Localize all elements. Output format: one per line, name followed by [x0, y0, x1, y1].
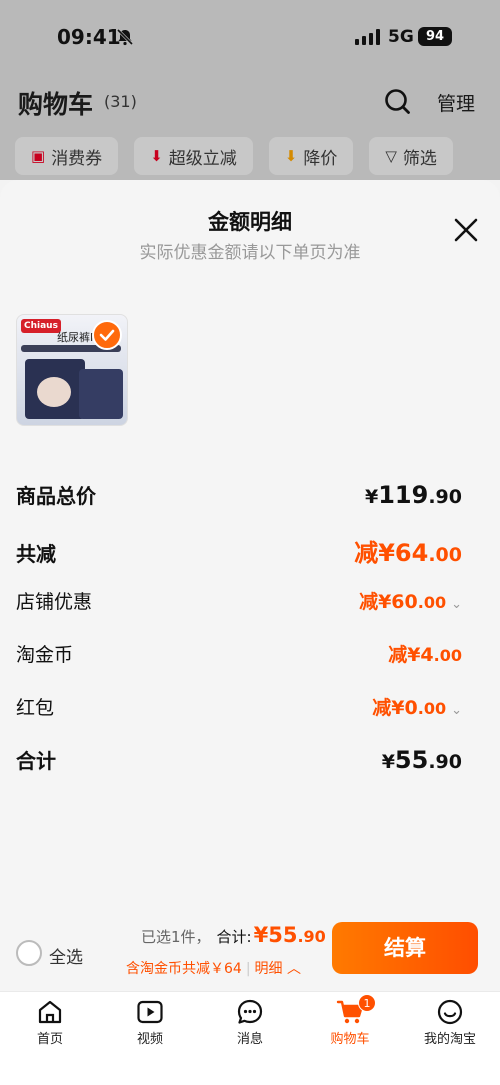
- select-all-checkbox[interactable]: [16, 940, 42, 966]
- cart-count: (31): [104, 92, 137, 111]
- total-reduction-label: 共减: [16, 542, 56, 566]
- amount-integer: 减¥4: [388, 644, 434, 666]
- taojinbi-label: 淘金币: [16, 644, 74, 666]
- row-total-reduction: 共减 减¥64.00: [16, 533, 462, 568]
- manage-button[interactable]: 管理: [437, 89, 475, 116]
- checkout-bar: 全选 已选1件， 合计: ¥55 .90 含淘金币共减￥64 | 明细 ︿ 结算: [0, 905, 500, 991]
- row-goods-total: 商品总价 ¥119.90: [16, 480, 462, 509]
- chip-label: 消费券: [51, 148, 103, 169]
- row-sum: 合计 ¥55.90: [16, 745, 462, 774]
- chip-super-reduce[interactable]: ⬇ 超级立减: [134, 137, 253, 175]
- video-icon: [137, 1000, 163, 1024]
- tab-label: 首页: [36, 1032, 63, 1047]
- discount-text: 含淘金币共减￥64: [126, 961, 242, 977]
- selected-check-icon[interactable]: [92, 320, 122, 350]
- goods-total-value: ¥119.90: [365, 481, 462, 509]
- amount-decimal: .90: [428, 751, 462, 773]
- amount-integer: 减¥60: [359, 591, 418, 613]
- store-discount-label: 店铺优惠: [16, 591, 93, 613]
- discount-detail-toggle[interactable]: 含淘金币共减￥64 | 明细 ︿: [126, 958, 301, 978]
- row-taojinbi: 淘金币 减¥4.00: [16, 640, 462, 667]
- bottom-tab-bar: 首页 视频 消息 1 购物车 我的淘宝: [0, 991, 500, 1085]
- tab-video[interactable]: 视频: [100, 992, 200, 1062]
- amount-integer: 减¥64: [354, 539, 429, 567]
- arrow-down-icon: ⬇: [150, 147, 163, 165]
- checkout-total-decimal: .90: [297, 927, 326, 946]
- goods-total-label: 商品总价: [16, 484, 96, 508]
- amount-decimal: .00: [428, 544, 462, 566]
- tab-label: 视频: [136, 1032, 163, 1047]
- red-packet-value: 减¥0.00 ⌄: [372, 693, 462, 720]
- close-icon[interactable]: [452, 216, 480, 244]
- checkout-total-label: 合计:: [216, 928, 252, 946]
- chevron-down-icon: ⌄: [451, 597, 462, 612]
- divider: |: [245, 961, 251, 977]
- home-icon: [38, 1000, 62, 1024]
- search-icon[interactable]: [383, 87, 411, 115]
- filter-icon: ▽: [385, 147, 397, 165]
- product-package-image: [79, 369, 123, 419]
- tab-label: 我的淘宝: [423, 1032, 476, 1047]
- chip-label: 筛选: [402, 148, 437, 169]
- chevron-down-icon: ⌄: [451, 703, 462, 718]
- tab-messages[interactable]: 消息: [200, 992, 300, 1062]
- selected-count: 已选1件，: [141, 928, 211, 946]
- tab-cart[interactable]: 1 购物车: [300, 992, 400, 1062]
- chip-label: 超级立减: [168, 148, 237, 169]
- total-reduction-value: 减¥64.00: [354, 533, 462, 568]
- filter-chips: ▣ 消费券 ⬇ 超级立减 ⬇ 降价 ▽ 筛选: [15, 137, 453, 175]
- checkout-total-value: ¥55: [253, 923, 298, 947]
- cart-badge: 1: [358, 994, 376, 1012]
- amount-integer: 减¥0: [372, 697, 418, 719]
- sheet-subtitle: 实际优惠金额请以下单页为准: [139, 243, 361, 263]
- amount-integer: 55: [394, 746, 429, 774]
- chip-coupon[interactable]: ▣ 消费券: [15, 137, 119, 175]
- brand-logo: Chiaus: [21, 319, 61, 333]
- battery-icon: 94: [418, 27, 452, 46]
- chip-price-drop[interactable]: ⬇ 降价: [268, 137, 354, 175]
- taojinbi-value: 减¥4.00: [388, 640, 462, 667]
- row-store-discount[interactable]: 店铺优惠 减¥60.00 ⌄: [16, 587, 462, 614]
- amount-detail-sheet: 金额明细 实际优惠金额请以下单页为准 Chiaus 纸尿裤NB 商品总价 ¥11…: [0, 180, 500, 995]
- status-bar: 09:41 5G 94: [0, 0, 500, 75]
- chevron-up-icon: ︿: [287, 961, 301, 977]
- page-title: 购物车: [18, 90, 94, 119]
- amount-decimal: .00: [417, 699, 447, 718]
- currency-symbol: ¥: [364, 486, 379, 508]
- sheet-title: 金额明细: [208, 210, 292, 234]
- checkout-button[interactable]: 结算: [332, 922, 478, 974]
- profile-icon: [437, 999, 463, 1025]
- message-icon: [237, 999, 263, 1024]
- row-red-packet[interactable]: 红包 减¥0.00 ⌄: [16, 693, 462, 720]
- store-discount-value: 减¥60.00 ⌄: [359, 587, 462, 614]
- select-all-label[interactable]: 全选: [49, 943, 83, 968]
- coupon-icon: ▣: [31, 147, 46, 165]
- cart-header: 购物车 (31) 管理 ▣ 消费券 ⬇ 超级立减 ⬇ 降价 ▽ 筛选: [0, 75, 500, 180]
- chip-label: 降价: [303, 148, 338, 169]
- signal-icon: [355, 29, 380, 45]
- tab-profile[interactable]: 我的淘宝: [400, 992, 500, 1062]
- sum-label: 合计: [16, 749, 56, 773]
- amount-integer: 119: [378, 481, 429, 509]
- amount-decimal: .90: [428, 486, 462, 508]
- tab-label: 购物车: [330, 1032, 370, 1047]
- red-packet-label: 红包: [16, 697, 55, 719]
- product-baby-image: [37, 377, 71, 407]
- amount-decimal: .00: [433, 646, 462, 665]
- sum-value: ¥55.90: [382, 746, 462, 774]
- price-down-icon: ⬇: [284, 147, 298, 165]
- tab-home[interactable]: 首页: [0, 992, 100, 1062]
- chip-filter[interactable]: ▽ 筛选: [369, 137, 453, 175]
- tab-label: 消息: [236, 1032, 263, 1047]
- mute-bell-icon: [116, 28, 134, 50]
- amount-decimal: .00: [417, 593, 447, 612]
- currency-symbol: ¥: [381, 751, 395, 773]
- status-time: 09:41: [57, 25, 121, 49]
- detail-label: 明细: [254, 961, 283, 977]
- network-type: 5G: [388, 27, 414, 47]
- checkout-summary: 已选1件， 合计: ¥55 .90: [141, 923, 326, 947]
